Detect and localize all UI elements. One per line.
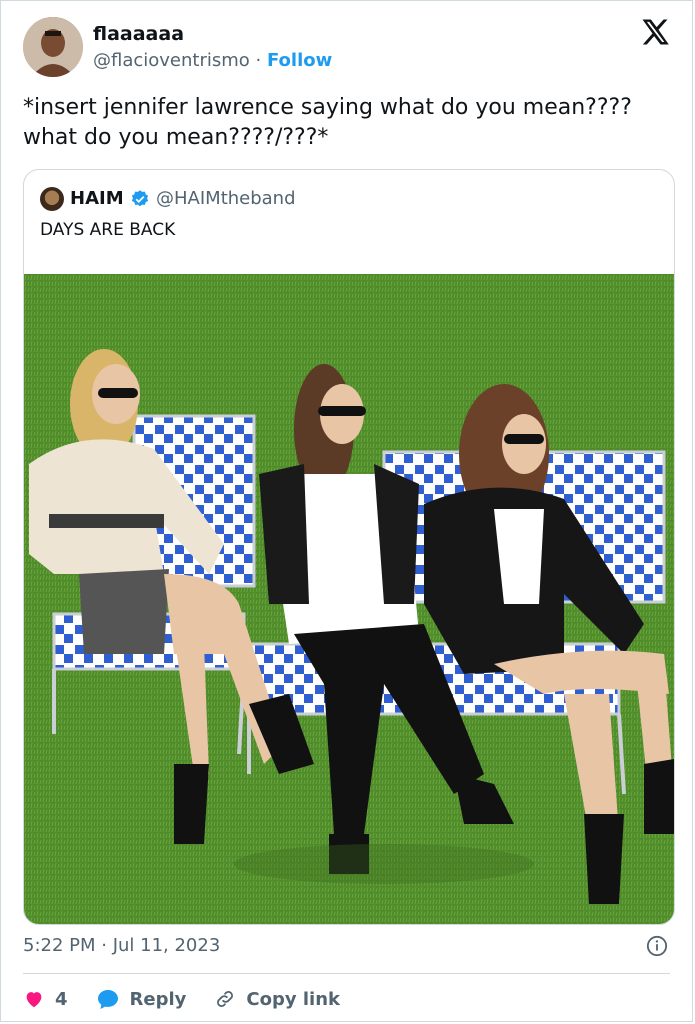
reply-bubble-icon <box>97 990 118 1009</box>
quoted-author-handle[interactable]: @HAIMtheband <box>156 188 296 209</box>
quoted-tweet-text: DAYS ARE BACK <box>40 220 176 240</box>
like-count: 4 <box>55 988 68 1010</box>
copy-link-label: Copy link <box>246 988 340 1010</box>
reply-button[interactable]: Reply <box>96 988 187 1010</box>
quoted-author-avatar[interactable] <box>40 187 64 211</box>
info-icon[interactable] <box>646 935 668 957</box>
tweet-photo[interactable] <box>24 274 674 924</box>
x-logo-icon[interactable] <box>640 17 670 47</box>
tweet-card: flaaaaaa @flacioventrismo · Follow *inse… <box>0 0 693 1022</box>
copy-link-button[interactable]: Copy link <box>214 988 340 1010</box>
handle-separator: · <box>249 50 267 71</box>
quoted-author-name[interactable]: HAIM <box>70 188 124 209</box>
link-icon <box>217 991 234 1007</box>
heart-icon <box>26 992 42 1008</box>
tweet-text: *insert jennifer lawrence saying what do… <box>23 95 632 150</box>
footer-divider <box>23 973 670 974</box>
follow-button[interactable]: Follow <box>267 50 332 71</box>
reply-label: Reply <box>129 988 187 1010</box>
author-name[interactable]: flaaaaaa <box>93 23 184 45</box>
like-button[interactable]: 4 <box>23 988 68 1010</box>
author-handle[interactable]: @flacioventrismo <box>93 50 250 71</box>
author-handle-row: @flacioventrismo · Follow <box>93 50 332 71</box>
verified-badge-icon <box>131 190 149 207</box>
tweet-actions: 4 Reply Copy link <box>23 986 368 1012</box>
quoted-tweet[interactable]: HAIM @HAIMtheband DAYS ARE BACK <box>23 169 675 925</box>
tweet-timestamp[interactable]: 5:22 PM · Jul 11, 2023 <box>23 935 220 956</box>
author-avatar[interactable] <box>23 17 83 77</box>
